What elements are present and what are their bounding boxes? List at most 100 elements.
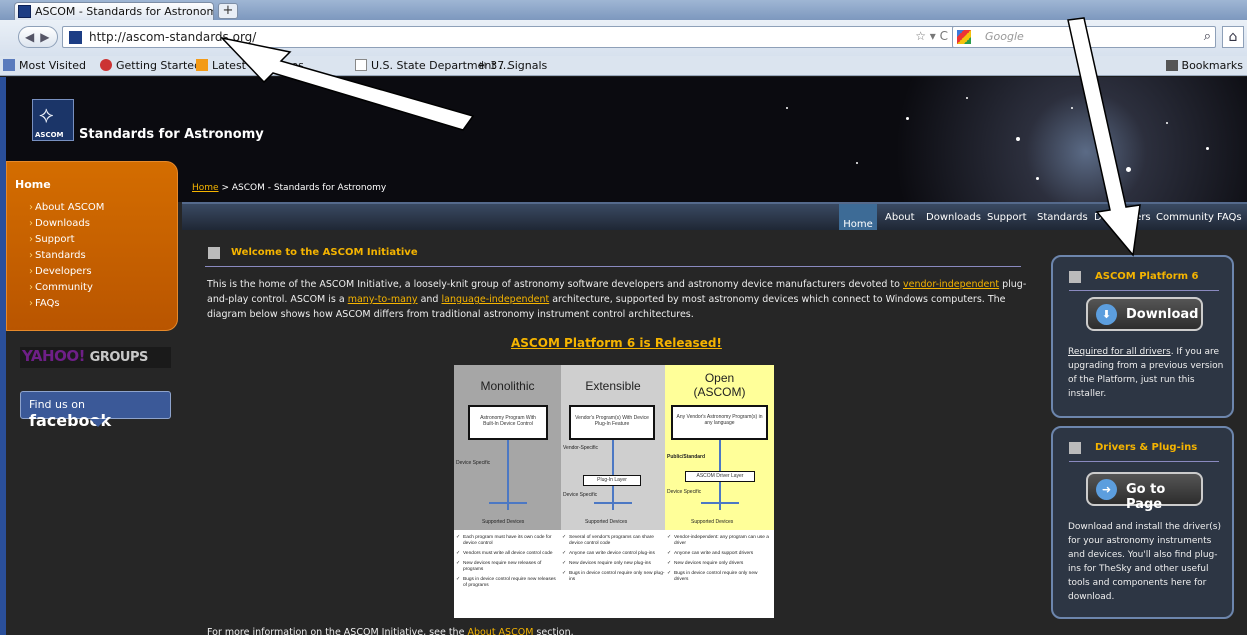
drivers-panel-title: Drivers & Plug-ins — [1095, 442, 1198, 453]
bookmarks-menu[interactable]: Bookmarks — [1165, 59, 1243, 72]
logo-text: ASCOM — [35, 131, 64, 139]
col-devices: Supported Devices — [585, 519, 628, 525]
left-nav-developers[interactable]: › Developers — [29, 266, 92, 277]
new-tab-button[interactable]: + — [218, 3, 238, 19]
bullet: Anyone can write and support drivers — [667, 551, 771, 557]
chevron-right-icon: › — [29, 298, 33, 309]
language-independent-link[interactable]: language-independent — [441, 294, 549, 305]
nav-faqs[interactable]: FAQs — [1217, 212, 1242, 223]
diagram-col-open: Open (ASCOM) Any Vendor's Astronomy Prog… — [665, 365, 774, 530]
required-drivers-link[interactable]: Required for all drivers — [1068, 347, 1171, 357]
bullet: Each program must have its own code for … — [456, 535, 560, 547]
col-mid-label: Device Specific — [563, 492, 598, 498]
chevron-right-icon: › — [29, 218, 33, 229]
address-bar[interactable]: http://ascom-standards.org/ ☆ ▾ C — [62, 26, 957, 48]
connector — [489, 502, 527, 504]
firefox-icon — [100, 59, 112, 71]
navigation-toolbar: ◀▶ http://ascom-standards.org/ ☆ ▾ C Goo… — [0, 20, 1247, 56]
web-page: ⟡ ASCOM Standards for Astronomy Home > A… — [0, 77, 1247, 635]
drivers-panel: Drivers & Plug-ins ➜ Go to Page Download… — [1051, 426, 1234, 619]
download-arrow-icon: ⬇ — [1096, 304, 1117, 325]
google-engine-icon[interactable] — [957, 30, 971, 44]
star — [786, 107, 788, 109]
search-icon[interactable]: ⌕ — [1204, 29, 1211, 44]
vendor-independent-link[interactable]: vendor-independent — [903, 279, 999, 290]
left-nav-community[interactable]: › Community — [29, 282, 93, 293]
col-box: Vendor's Program(s) With Device Plug-In … — [569, 405, 655, 440]
drivers-panel-text: Download and install the driver(s) for y… — [1068, 522, 1222, 602]
star — [1016, 137, 1020, 141]
bullet: Bugs in device control require only new … — [667, 571, 771, 583]
site-favicon-icon — [69, 31, 82, 44]
connector — [701, 502, 739, 504]
nav-about[interactable]: About — [885, 212, 915, 223]
most-visited-icon — [3, 59, 15, 71]
left-nav-faqs[interactable]: › FAQs — [29, 298, 60, 309]
tab-title: ASCOM - Standards for Astronomy — [35, 5, 214, 18]
left-nav-support[interactable]: › Support — [29, 234, 75, 245]
nav-developers[interactable]: Developers — [1094, 212, 1151, 223]
search-box[interactable]: Google ⌕ — [952, 26, 1216, 48]
nav-support[interactable]: Support — [987, 212, 1027, 223]
star — [906, 117, 909, 120]
left-nav-standards[interactable]: › Standards — [29, 250, 86, 261]
bookmarks-icon — [1165, 60, 1178, 71]
star — [856, 162, 858, 164]
platform-released-link[interactable]: ASCOM Platform 6 is Released! — [511, 336, 722, 350]
star — [1206, 147, 1209, 150]
bullet: New devices require new releases of prog… — [456, 561, 560, 573]
bookmark-latest-headlines[interactable]: Latest Headlines — [196, 59, 304, 72]
download-button[interactable]: ⬇ Download — [1086, 297, 1203, 331]
bookmark-most-visited[interactable]: Most Visited — [3, 59, 86, 72]
col-box: Any Vendor's Astronomy Program(s) in any… — [671, 405, 768, 440]
panel-divider — [1069, 461, 1219, 462]
many-to-many-link[interactable]: many-to-many — [348, 294, 418, 305]
nav-downloads[interactable]: Downloads — [926, 212, 981, 223]
breadcrumb-home-link[interactable]: Home — [192, 183, 219, 193]
bullet: Vendors must write all device control co… — [456, 551, 560, 557]
ascom-logo[interactable]: ⟡ ASCOM — [32, 99, 74, 141]
rss-icon — [196, 59, 208, 71]
facebook-badge[interactable]: Find us on facebook — [20, 391, 171, 430]
driver-layer-box: ASCOM Driver Layer — [685, 471, 755, 482]
diagram-col-monolithic: Monolithic Astronomy Program With Built-… — [454, 365, 561, 530]
browser-tab[interactable]: ASCOM - Standards for Astronomy — [14, 2, 214, 20]
breadcrumb-current: > ASCOM - Standards for Astronomy — [218, 183, 387, 193]
panel-divider — [1069, 290, 1219, 291]
left-nav-about[interactable]: › About ASCOM — [29, 202, 104, 213]
section-square-icon — [208, 247, 220, 259]
nav-community[interactable]: Community — [1156, 212, 1214, 223]
bullet: New devices require only drivers — [667, 561, 771, 567]
bookmark-37-signals[interactable]: ⁜ 37 Signals — [478, 59, 547, 72]
bookmark-star-reload-icon[interactable]: ☆ ▾ C — [915, 29, 948, 43]
extensible-bullets: Several of vendor's programs can share d… — [562, 535, 666, 587]
bookmark-getting-started[interactable]: Getting Started — [100, 59, 201, 72]
about-ascom-link[interactable]: About ASCOM — [467, 627, 533, 635]
chevron-right-icon: › — [29, 266, 33, 277]
col-title: Monolithic — [480, 379, 535, 393]
left-nav-downloads[interactable]: › Downloads — [29, 218, 90, 229]
chevron-right-icon: › — [29, 282, 33, 293]
breadcrumb: Home > ASCOM - Standards for Astronomy — [192, 183, 386, 193]
heading-divider — [205, 266, 1021, 267]
logo-star-icon: ⟡ — [39, 103, 54, 128]
intro-paragraph: This is the home of the ASCOM Initiative… — [207, 279, 1027, 320]
col-devices: Supported Devices — [482, 519, 525, 525]
plugin-layer-box: Plug-In Layer — [583, 475, 641, 486]
site-banner: ⟡ ASCOM Standards for Astronomy Home > A… — [6, 77, 1247, 202]
back-forward-buttons[interactable]: ◀▶ — [18, 26, 58, 48]
col-title: Open (ASCOM) — [693, 371, 746, 399]
home-icon[interactable]: ⌂ — [1222, 26, 1244, 48]
url-text: http://ascom-standards.org/ — [89, 30, 257, 44]
col-top-label: Public/Standard — [667, 454, 706, 460]
yahoo-groups-badge[interactable]: YAHOO! GROUPS — [20, 347, 171, 368]
left-navigation: Home › About ASCOM › Downloads › Support › S… — [6, 161, 178, 331]
diagram-col-extensible: Extensible Vendor's Program(s) With Devi… — [561, 365, 665, 530]
nav-home[interactable]: Home — [839, 204, 877, 230]
go-to-page-button[interactable]: ➜ Go to Page — [1086, 472, 1203, 512]
left-nav-title[interactable]: Home — [15, 178, 51, 191]
star — [1036, 177, 1039, 180]
tab-strip: ASCOM - Standards for Astronomy + — [0, 0, 1247, 20]
connector — [594, 502, 632, 504]
nav-standards[interactable]: Standards — [1037, 212, 1088, 223]
